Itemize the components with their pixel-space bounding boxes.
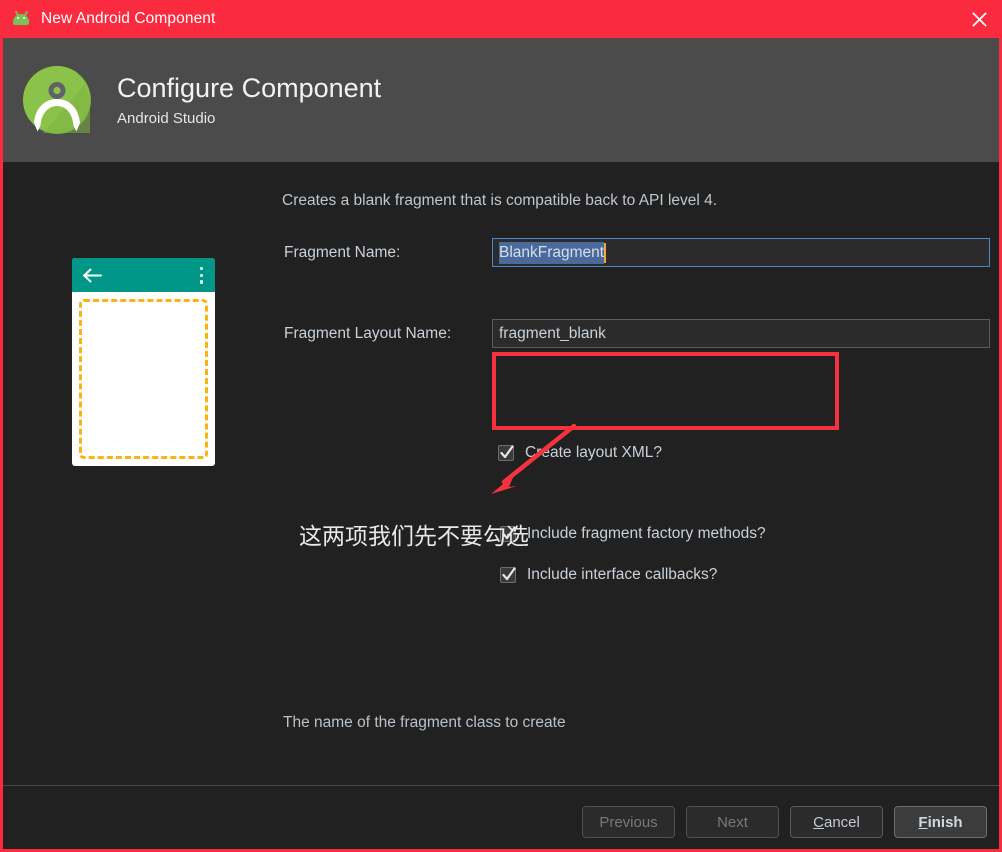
finish-button[interactable]: Finish: [894, 806, 987, 838]
dialog-banner: Configure Component Android Studio: [3, 38, 999, 162]
cancel-button[interactable]: Cancel: [790, 806, 883, 838]
fragment-layout-name-input[interactable]: [492, 319, 990, 348]
android-robot-icon: [12, 10, 30, 28]
preview-content-placeholder: [79, 299, 208, 459]
new-android-component-dialog: New Android Component Configure Componen…: [0, 0, 1002, 852]
annotation-highlight-box: [492, 352, 839, 430]
preview-appbar: [72, 258, 215, 292]
fragment-name-input[interactable]: [492, 238, 990, 267]
annotation-note-text: 这两项我们先不要勾选: [299, 524, 529, 550]
checkbox-create-layout-xml[interactable]: Create layout XML?: [498, 444, 662, 462]
dialog-titlebar: New Android Component: [0, 0, 1002, 38]
close-icon[interactable]: [956, 0, 1002, 38]
fragment-layout-name-label: Fragment Layout Name:: [284, 325, 452, 342]
banner-subtitle: Android Studio: [117, 110, 216, 128]
android-studio-logo: [23, 66, 91, 134]
previous-button[interactable]: Previous: [582, 806, 675, 838]
finish-rest: inish: [927, 813, 963, 831]
checkbox-checked-icon: [498, 445, 514, 461]
annotation-arrow: [491, 424, 577, 494]
dialog-title: New Android Component: [41, 10, 216, 27]
fragment-name-label: Fragment Name:: [284, 244, 401, 261]
checkbox-label: Include fragment factory methods?: [527, 525, 766, 542]
checkbox-include-fragment-factory-methods[interactable]: Include fragment factory methods?: [500, 525, 766, 543]
banner-title: Configure Component: [117, 72, 382, 103]
checkbox-checked-icon: [500, 567, 516, 583]
dialog-body: Creates a blank fragment that is compati…: [3, 162, 999, 785]
finish-mnemonic: F: [918, 813, 928, 831]
checkbox-label: Create layout XML?: [525, 444, 662, 461]
cancel-mnemonic: C: [813, 813, 824, 831]
checkbox-include-interface-callbacks[interactable]: Include interface callbacks?: [500, 566, 717, 584]
cancel-rest: ancel: [823, 813, 860, 831]
arrow-left-icon: [83, 268, 102, 288]
more-vertical-icon: [200, 267, 204, 284]
status-hint-text: The name of the fragment class to create: [283, 714, 566, 731]
footer-button-group: Previous Next Cancel Finish: [582, 806, 987, 838]
next-button[interactable]: Next: [686, 806, 779, 838]
intro-description: Creates a blank fragment that is compati…: [282, 192, 718, 209]
checkbox-label: Include interface callbacks?: [527, 566, 718, 583]
dialog-footer: Previous Next Cancel Finish: [3, 785, 999, 849]
fragment-preview-thumbnail: [72, 258, 215, 466]
